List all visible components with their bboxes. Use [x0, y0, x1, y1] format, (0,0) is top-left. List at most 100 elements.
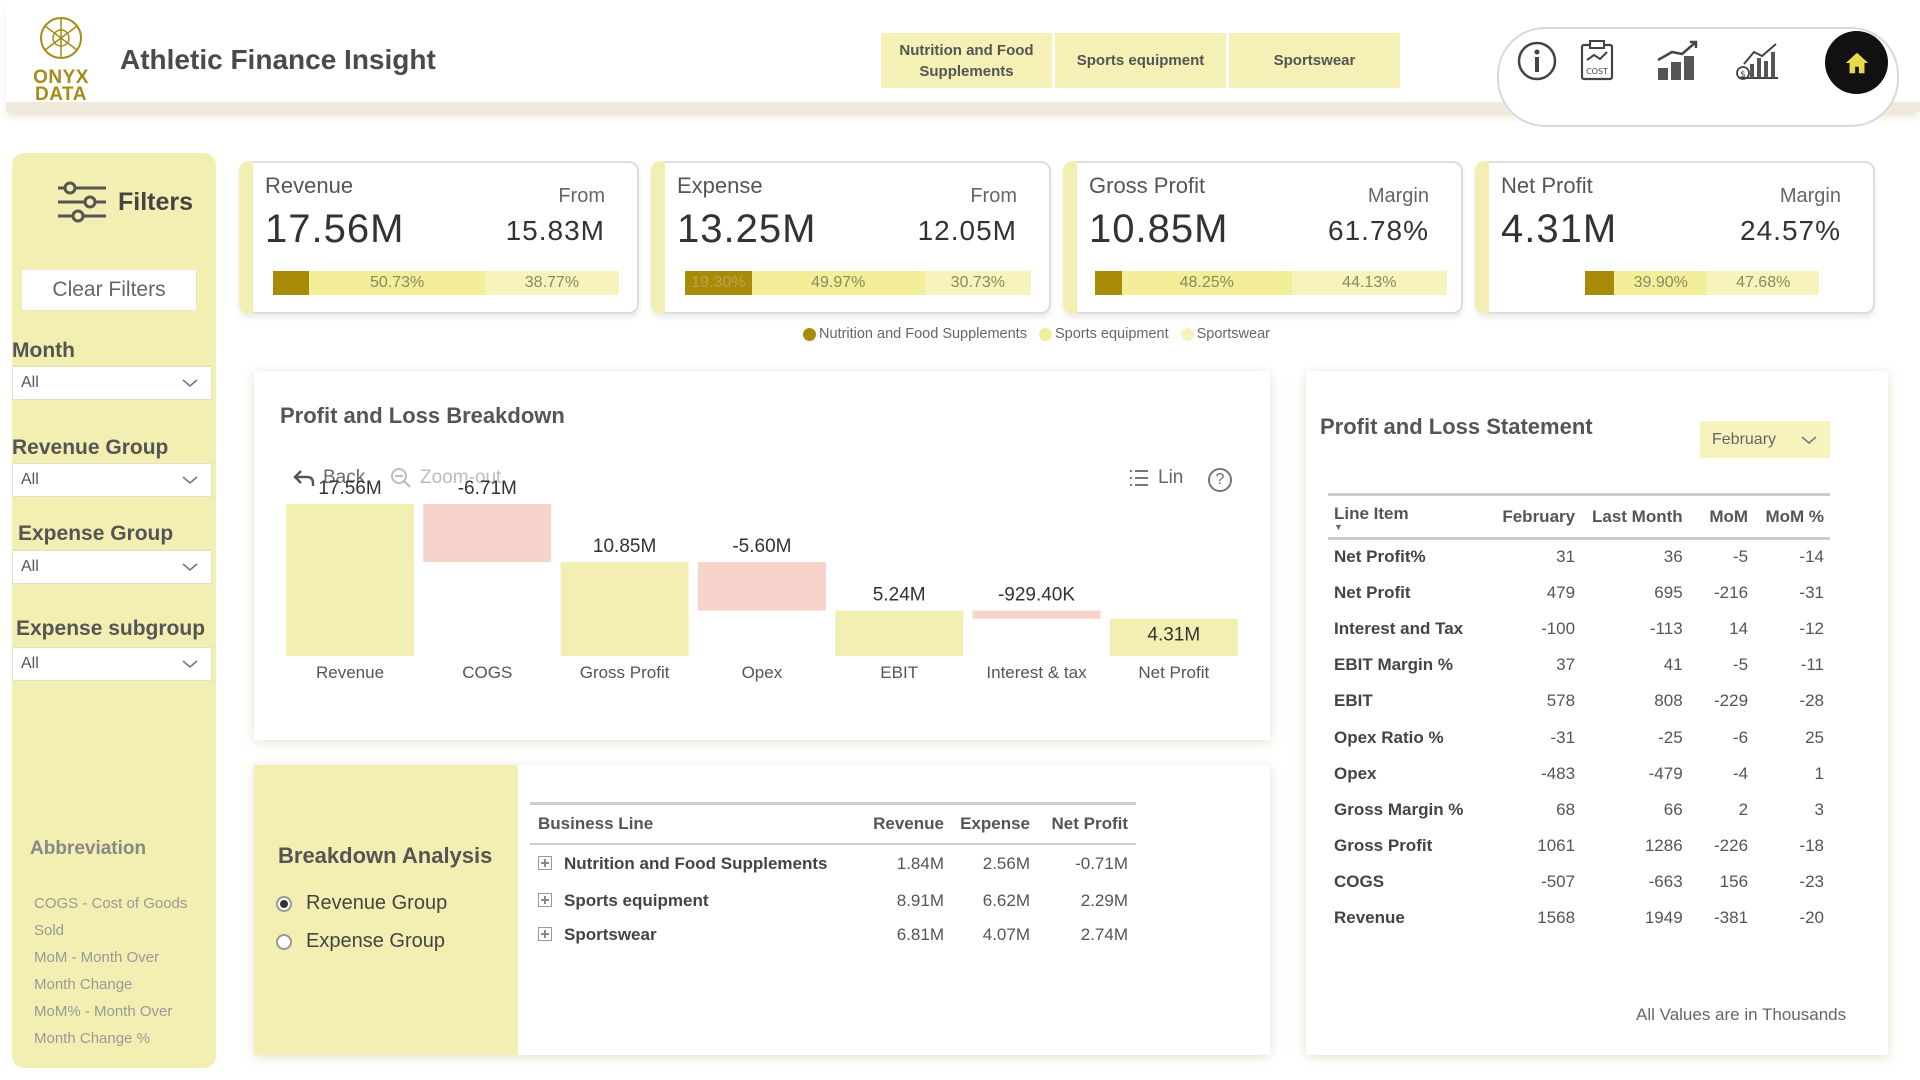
business-line-name: Sports equipment: [564, 890, 709, 910]
last-month-cell: -663: [1648, 872, 1683, 892]
share-segment-sports-equipment: 49.97%: [751, 271, 925, 295]
table-header-row: Line Item ▼ February Last Month MoM MoM %: [1328, 493, 1830, 540]
col-header-net-profit[interactable]: Net Profit: [1038, 802, 1136, 845]
expense-subgroup-slicer-dropdown[interactable]: All: [12, 647, 212, 681]
mom-cell: 14: [1729, 618, 1749, 638]
legend-item-sports-equipment: Sports equipment: [1038, 326, 1169, 342]
radio-expense-group[interactable]: Expense Group: [276, 930, 445, 953]
business-line-cell[interactable]: Sports equipment: [530, 884, 860, 918]
legend-dot: [803, 327, 816, 341]
waterfall-bar-opex[interactable]: [697, 562, 826, 611]
coins-growth-chart-icon[interactable]: [1648, 33, 1706, 89]
col-header-line-item[interactable]: Line Item ▼: [1328, 493, 1487, 540]
waterfall-bar-revenue[interactable]: [286, 504, 414, 656]
mom-pct-cell: -11: [1800, 655, 1824, 675]
last-month-cell: 1286: [1644, 836, 1683, 856]
business-line-name: Nutrition and Food Supplements: [564, 854, 828, 873]
business-line-cell[interactable]: Sportswear: [530, 918, 860, 952]
mom-cell: -6: [1732, 727, 1749, 747]
expense-group-slicer-dropdown[interactable]: All: [12, 550, 212, 584]
business-line-cell[interactable]: Nutrition and Food Supplements: [530, 844, 860, 884]
table-row: Net Profit% 31 36 -5 -14: [1328, 539, 1830, 575]
february-cell: 1568: [1537, 908, 1576, 928]
svg-text:COST: COST: [1586, 67, 1608, 76]
share-segment-sportswear: 38.77%: [484, 271, 619, 295]
waterfall-category-label: COGS: [462, 663, 512, 682]
mom-cell: -381: [1714, 908, 1749, 928]
line-item-cell: EBIT: [1334, 691, 1373, 711]
mom-pct-cell: -23: [1799, 872, 1824, 892]
expand-plus-icon[interactable]: [538, 856, 552, 870]
kpi-sub-label: From: [558, 185, 605, 207]
col-header-last-month[interactable]: Last Month: [1581, 493, 1689, 540]
last-month-cell: 66: [1663, 799, 1683, 819]
business-line-table: Business Line Revenue Expense Net Profit…: [530, 802, 1136, 952]
slicer-value: All: [21, 655, 39, 672]
tab-sports-equipment[interactable]: Sports equipment: [1055, 33, 1226, 88]
february-cell: 578: [1546, 691, 1576, 711]
col-header-business-line[interactable]: Business Line: [530, 802, 860, 845]
last-month-cell: -479: [1648, 763, 1683, 783]
kpi-title: Expense: [677, 173, 763, 198]
clear-filters-button[interactable]: Clear Filters: [21, 269, 197, 311]
waterfall-category-label: Revenue: [316, 663, 384, 682]
abbreviation-line: Sold: [34, 922, 65, 939]
revenue-group-slicer-dropdown[interactable]: All: [12, 463, 212, 497]
abbreviation-line: COGS - Cost of Goods: [34, 895, 188, 912]
waterfall-bar-cogs[interactable]: [423, 504, 552, 563]
kpi-card-gross-profit: Gross Profit 10.85M Margin 61.78% 48.25%…: [1063, 161, 1463, 314]
col-header-label: Line Item: [1334, 503, 1409, 523]
february-cell: 1061: [1537, 836, 1576, 856]
line-item-cell: Interest and Tax: [1334, 618, 1464, 638]
col-header-mom-pct[interactable]: MoM %: [1754, 493, 1830, 540]
kpi-card-expense: Expense 13.25M From 12.05M 19.30% 49.97%…: [651, 161, 1051, 314]
waterfall-category-label: Opex: [742, 663, 783, 682]
radio-revenue-group[interactable]: Revenue Group: [276, 892, 447, 915]
month-slicer-dropdown[interactable]: All: [12, 366, 212, 400]
mom-pct-cell: 1: [1814, 763, 1824, 783]
col-header-february[interactable]: February: [1486, 493, 1582, 540]
waterfall-data-label: 4.31M: [1147, 625, 1200, 646]
waterfall-data-label: -6.71M: [458, 480, 517, 499]
chevron-down-icon: [182, 476, 198, 485]
tab-nutrition-food-supplements[interactable]: Nutrition and Food Supplements: [881, 33, 1052, 88]
month-slicer-label: Month: [12, 339, 75, 362]
kpi-value: 10.85M: [1089, 207, 1229, 251]
table-row: Sports equipment 8.91M 6.62M 2.29M: [530, 884, 1136, 918]
pl-breakdown-title: Profit and Loss Breakdown: [280, 403, 565, 428]
col-header-mom[interactable]: MoM: [1688, 493, 1755, 540]
filters-label: Filters: [118, 187, 194, 216]
radio-button[interactable]: [276, 933, 292, 950]
home-icon: [1845, 52, 1868, 73]
waterfall-bar-interest-tax[interactable]: [972, 610, 1101, 619]
col-header-revenue[interactable]: Revenue: [860, 802, 952, 845]
month-select-dropdown[interactable]: February: [1700, 421, 1830, 458]
waterfall-bar-gross-profit[interactable]: [560, 562, 689, 656]
tab-sportswear[interactable]: Sportswear: [1229, 33, 1400, 88]
waterfall-data-label: -929.40K: [998, 585, 1075, 606]
home-button[interactable]: [1825, 31, 1888, 94]
february-cell: -483: [1541, 763, 1576, 783]
pl-statement-table: Line Item ▼ February Last Month MoM MoM %…: [1328, 493, 1830, 937]
cost-clipboard-icon[interactable]: COST: [1568, 33, 1626, 89]
line-item-cell: Revenue: [1334, 908, 1405, 928]
mom-cell: -216: [1714, 582, 1749, 602]
expense-group-slicer-label: Expense Group: [18, 522, 174, 545]
radio-button-selected[interactable]: [276, 895, 292, 912]
info-icon[interactable]: [1508, 33, 1566, 89]
kpi-share-bar: 19.30% 49.97% 30.73%: [685, 271, 1031, 295]
sort-down-icon[interactable]: ▼: [1334, 522, 1480, 531]
revenue-cell: 8.91M: [896, 890, 944, 910]
expand-plus-icon[interactable]: [538, 892, 552, 907]
table-row: Opex -483 -479 -4 1: [1328, 756, 1830, 792]
radio-label: Expense Group: [306, 930, 445, 952]
mom-pct-cell: -31: [1799, 582, 1824, 602]
table-row: EBIT 578 808 -229 -28: [1328, 683, 1830, 719]
kpi-title: Net Profit: [1501, 173, 1593, 198]
waterfall-bar-ebit[interactable]: [835, 610, 964, 656]
line-item-cell: Opex Ratio %: [1334, 727, 1444, 747]
expand-plus-icon[interactable]: [538, 926, 552, 941]
dollar-bar-chart-icon[interactable]: $: [1728, 33, 1786, 89]
col-header-expense[interactable]: Expense: [952, 802, 1038, 845]
onyx-data-logo: ONYX DATA: [26, 16, 96, 104]
